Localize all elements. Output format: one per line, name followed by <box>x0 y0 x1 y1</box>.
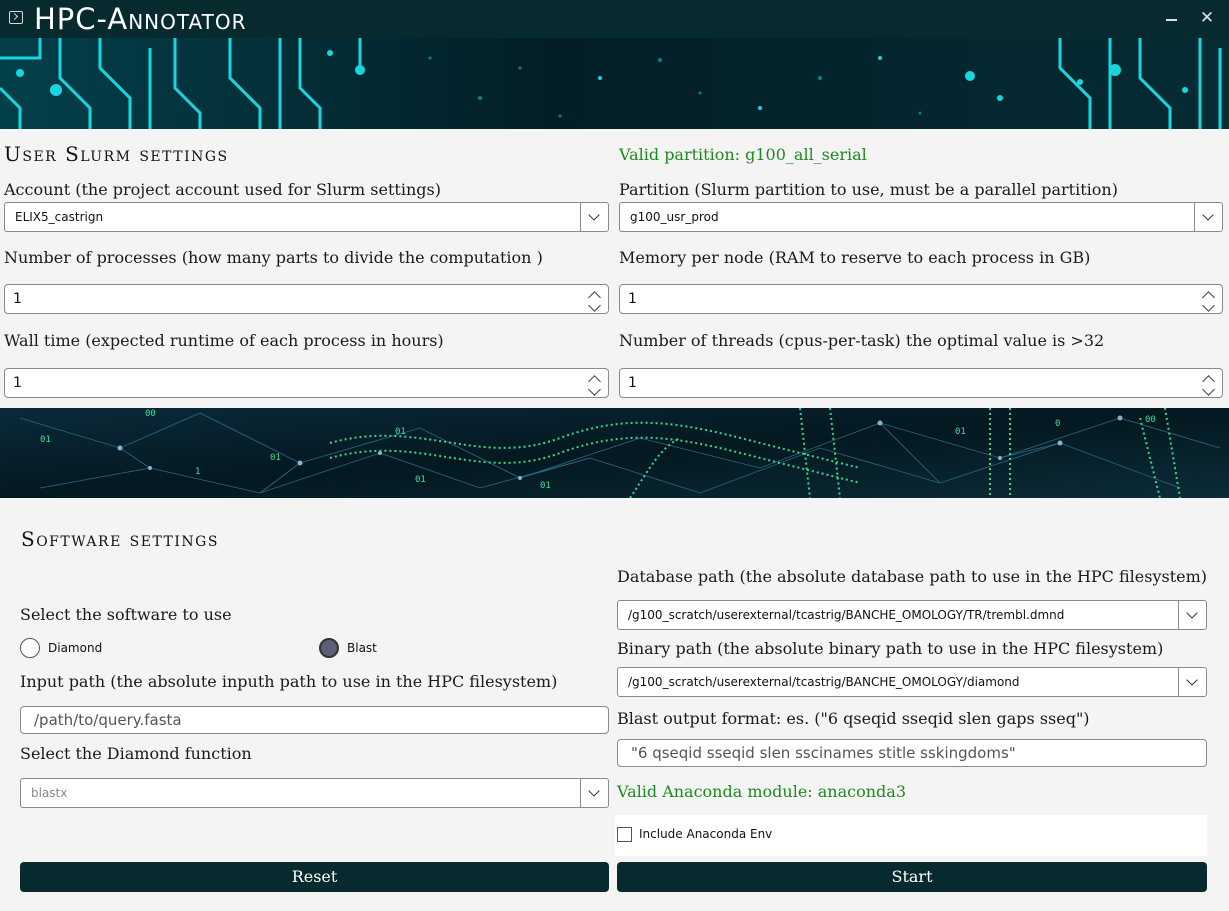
start-button[interactable]: Start <box>617 862 1207 892</box>
radio-diamond-label: Diamond <box>48 641 103 655</box>
chevron-down-icon[interactable] <box>1194 203 1222 231</box>
chevron-down-icon[interactable] <box>580 203 608 231</box>
diamond-function-combo[interactable]: blastx <box>20 778 609 808</box>
input-path-field[interactable]: /path/to/query.fasta <box>20 706 609 734</box>
processes-value: 1 <box>13 291 22 307</box>
binary-path-label: Binary path (the absolute binary path to… <box>617 639 1164 658</box>
select-software-label: Select the software to use <box>20 605 232 624</box>
title-bar: HPC-Annotator ✕ <box>0 0 1229 38</box>
account-value: ELIX5_castrign <box>15 210 104 224</box>
chevron-down-icon[interactable] <box>1178 601 1206 629</box>
processes-spinbox[interactable]: 1 <box>4 284 609 314</box>
include-env-checkbox[interactable] <box>617 827 632 842</box>
svg-text:00: 00 <box>145 409 156 419</box>
svg-text:01: 01 <box>40 435 51 445</box>
account-label: Account (the project account used for Sl… <box>4 180 441 199</box>
radio-circle-checked[interactable] <box>319 638 339 658</box>
outfmt-field[interactable]: "6 qseqid sseqid slen sscinames stitle s… <box>617 739 1207 767</box>
svg-text:00: 00 <box>1145 415 1156 425</box>
input-path-placeholder: /path/to/query.fasta <box>34 711 182 729</box>
svg-text:1: 1 <box>195 467 200 477</box>
network-banner: 00 01 1 01 01 01 01 0 00 01 <box>0 408 1229 498</box>
spin-down-icon[interactable] <box>588 383 601 396</box>
input-path-label: Input path (the absolute inputh path to … <box>20 672 558 691</box>
spin-down-icon[interactable] <box>1202 299 1215 312</box>
memory-label: Memory per node (RAM to reserve to each … <box>619 248 1091 267</box>
walltime-spinbox[interactable]: 1 <box>4 368 609 398</box>
radio-circle[interactable] <box>20 638 40 658</box>
partition-status: Valid partition: g100_all_serial <box>619 145 867 164</box>
include-env-label[interactable]: Include Anaconda Env <box>639 827 772 841</box>
binary-path-value: /g100_scratch/userexternal/tcastrig/BANC… <box>628 675 1020 689</box>
diamond-function-label: Select the Diamond function <box>20 744 252 763</box>
walltime-value: 1 <box>13 375 22 391</box>
reset-button[interactable]: Reset <box>20 862 609 892</box>
radio-blast-label: Blast <box>347 641 377 655</box>
close-icon[interactable]: ✕ <box>1197 8 1217 28</box>
window-title: HPC-Annotator <box>34 2 247 36</box>
database-path-value: /g100_scratch/userexternal/tcastrig/BANC… <box>628 608 1065 622</box>
anaconda-status: Valid Anaconda module: anaconda3 <box>617 782 907 801</box>
threads-label: Number of threads (cpus-per-task) the op… <box>619 331 1105 350</box>
svg-text:01: 01 <box>955 427 966 437</box>
svg-text:01: 01 <box>395 427 406 437</box>
chevron-down-icon[interactable] <box>1178 668 1206 696</box>
memory-spinbox[interactable]: 1 <box>619 284 1223 314</box>
partition-combo[interactable]: g100_usr_prod <box>619 202 1223 232</box>
svg-text:01: 01 <box>540 481 551 491</box>
circuit-banner <box>0 38 1229 129</box>
svg-text:01: 01 <box>270 453 281 463</box>
slurm-section-title: User Slurm settings <box>4 142 229 166</box>
outfmt-placeholder: "6 qseqid sseqid slen sscinames stitle s… <box>631 744 1016 762</box>
minimize-icon[interactable] <box>1161 8 1181 28</box>
include-env-row: Include Anaconda Env <box>615 815 1207 856</box>
partition-value: g100_usr_prod <box>630 210 719 224</box>
spin-down-icon[interactable] <box>1202 383 1215 396</box>
partition-label: Partition (Slurm partition to use, must … <box>619 180 1118 199</box>
memory-value: 1 <box>628 291 637 307</box>
diamond-function-value: blastx <box>31 786 68 800</box>
svg-text:01: 01 <box>415 475 426 485</box>
processes-label: Number of processes (how many parts to d… <box>4 248 543 267</box>
threads-spinbox[interactable]: 1 <box>619 368 1223 398</box>
chevron-down-icon[interactable] <box>580 779 608 807</box>
outfmt-label: Blast output format: es. ("6 qseqid sseq… <box>617 709 1090 728</box>
software-section-title: Software settings <box>21 527 219 551</box>
binary-path-combo[interactable]: /g100_scratch/userexternal/tcastrig/BANC… <box>617 667 1207 697</box>
database-path-label: Database path (the absolute database pat… <box>617 567 1208 586</box>
svg-text:0: 0 <box>1055 419 1060 429</box>
spin-down-icon[interactable] <box>588 299 601 312</box>
threads-value: 1 <box>628 375 637 391</box>
terminal-icon <box>9 11 23 24</box>
walltime-label: Wall time (expected runtime of each proc… <box>4 331 444 350</box>
account-combo[interactable]: ELIX5_castrign <box>4 202 609 232</box>
database-path-combo[interactable]: /g100_scratch/userexternal/tcastrig/BANC… <box>617 600 1207 630</box>
